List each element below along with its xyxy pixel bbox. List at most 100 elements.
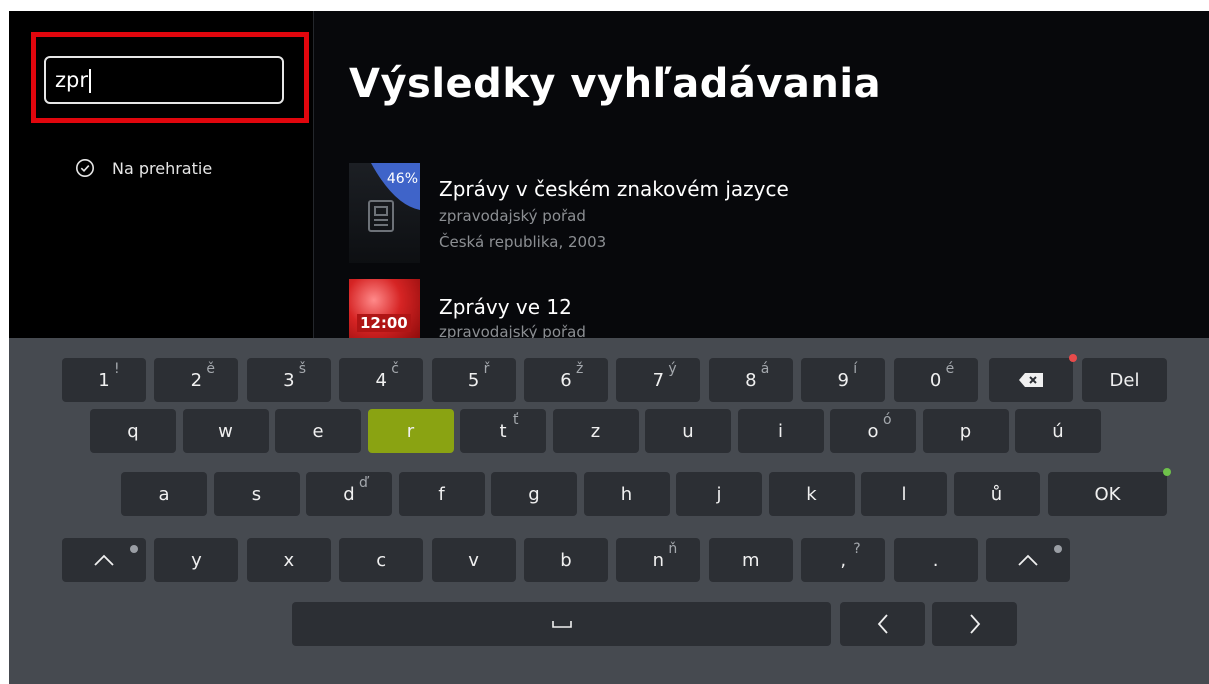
progress-label: 46% [386, 171, 418, 187]
key-label: f [438, 483, 445, 505]
key-label: 2 [190, 369, 203, 391]
key-h[interactable]: h [583, 472, 670, 516]
key-label: t [499, 420, 507, 442]
key-l[interactable]: l [861, 472, 947, 516]
key-label: u [682, 420, 694, 442]
key-comma[interactable]: ,? [801, 538, 886, 582]
key-b[interactable]: b [524, 538, 608, 582]
key-label: q [127, 420, 139, 442]
key-ú[interactable]: ú [1015, 409, 1101, 453]
key-label: k [806, 483, 817, 505]
key-p[interactable]: p [922, 409, 1009, 453]
key-a[interactable]: a [121, 472, 207, 516]
search-result[interactable]: 46% Zprávy v českém znakovém jazyce zpra… [349, 161, 1149, 267]
key-label: c [376, 549, 387, 571]
shift-indicator [1054, 545, 1062, 553]
key-alt-char: ? [853, 541, 861, 557]
key-0[interactable]: 0é [893, 358, 978, 402]
key-z[interactable]: z [552, 409, 639, 453]
check-circle-icon [76, 159, 94, 177]
key-d[interactable]: dď [306, 472, 392, 516]
key-3[interactable]: 3š [246, 358, 331, 402]
key-shift-left[interactable] [62, 538, 146, 582]
key-n[interactable]: nň [616, 538, 701, 582]
key-label: o [867, 420, 879, 442]
key-x[interactable]: x [246, 538, 331, 582]
key-label: l [901, 483, 907, 505]
search-input-value: zpr [55, 68, 88, 92]
key-label: m [742, 549, 760, 571]
key-q[interactable]: q [90, 409, 176, 453]
key-5[interactable]: 5ř [431, 358, 516, 402]
key-w[interactable]: w [182, 409, 269, 453]
result-title: Zprávy ve 12 [439, 295, 572, 319]
key-alt-char: ř [483, 361, 490, 377]
key-y[interactable]: y [154, 538, 239, 582]
key-label: 7 [652, 369, 665, 391]
key-label: a [158, 483, 170, 505]
key-label: d [343, 483, 355, 505]
result-thumbnail: 46% [349, 163, 420, 263]
filter-label: Na prehratie [112, 158, 213, 178]
key-o[interactable]: oó [830, 409, 916, 453]
key-label: 9 [837, 369, 849, 391]
key-Del[interactable]: Del [1082, 358, 1167, 402]
key-label: w [218, 420, 233, 442]
key-shift-right[interactable] [986, 538, 1070, 582]
key-space[interactable] [292, 602, 831, 646]
key-right[interactable] [932, 602, 1017, 646]
key-label: 8 [745, 369, 757, 391]
key-label: z [590, 420, 601, 442]
key-label: 4 [375, 369, 387, 391]
key-k[interactable]: k [768, 472, 855, 516]
key-r[interactable]: r [367, 409, 454, 453]
key-i[interactable]: i [737, 409, 824, 453]
key-t[interactable]: tť [460, 409, 546, 453]
filter-playable[interactable]: Na prehratie [75, 158, 212, 178]
key-u[interactable]: u [645, 409, 731, 453]
key-left[interactable] [840, 602, 925, 646]
key-OK[interactable]: OK [1048, 468, 1171, 516]
result-title: Zprávy v českém znakovém jazyce [439, 177, 789, 201]
key-label: h [620, 483, 633, 505]
key-label: b [560, 549, 572, 571]
key-s[interactable]: s [213, 472, 300, 516]
key-alt-char: ! [114, 361, 120, 377]
key-v[interactable]: v [431, 538, 516, 582]
key-label: OK [1094, 483, 1121, 505]
key-ů[interactable]: ů [953, 472, 1040, 516]
shift-icon [1017, 553, 1039, 567]
key-period[interactable]: . [893, 538, 978, 582]
key-alt-char: á [760, 361, 770, 377]
key-label: , [840, 549, 847, 571]
key-label: . [932, 549, 939, 571]
key-7[interactable]: 7ý [616, 358, 701, 402]
key-label: p [959, 420, 972, 442]
key-j[interactable]: j [676, 472, 762, 516]
key-label: Del [1109, 369, 1140, 391]
key-backspace[interactable] [989, 354, 1077, 402]
key-alt-char: ě [206, 361, 216, 377]
key-label: ú [1052, 420, 1064, 442]
search-input[interactable]: zpr [44, 56, 284, 104]
key-9[interactable]: 9í [801, 358, 886, 402]
key-label: y [191, 549, 202, 571]
result-meta: Česká republika, 2003 [439, 233, 607, 251]
key-g[interactable]: g [491, 472, 577, 516]
key-6[interactable]: 6ž [524, 358, 608, 402]
key-alt-char: ť [513, 412, 519, 428]
space-icon [551, 619, 573, 629]
key-m[interactable]: m [708, 538, 793, 582]
key-f[interactable]: f [398, 472, 485, 516]
key-label: n [652, 549, 665, 571]
key-label: e [312, 420, 324, 442]
key-2[interactable]: 2ě [154, 358, 239, 402]
panel-divider [313, 11, 314, 341]
key-1[interactable]: 1! [62, 358, 146, 402]
key-label: s [251, 483, 262, 505]
key-c[interactable]: c [339, 538, 424, 582]
key-alt-char: í [853, 361, 858, 377]
key-4[interactable]: 4č [339, 358, 424, 402]
key-8[interactable]: 8á [708, 358, 793, 402]
key-e[interactable]: e [275, 409, 361, 453]
